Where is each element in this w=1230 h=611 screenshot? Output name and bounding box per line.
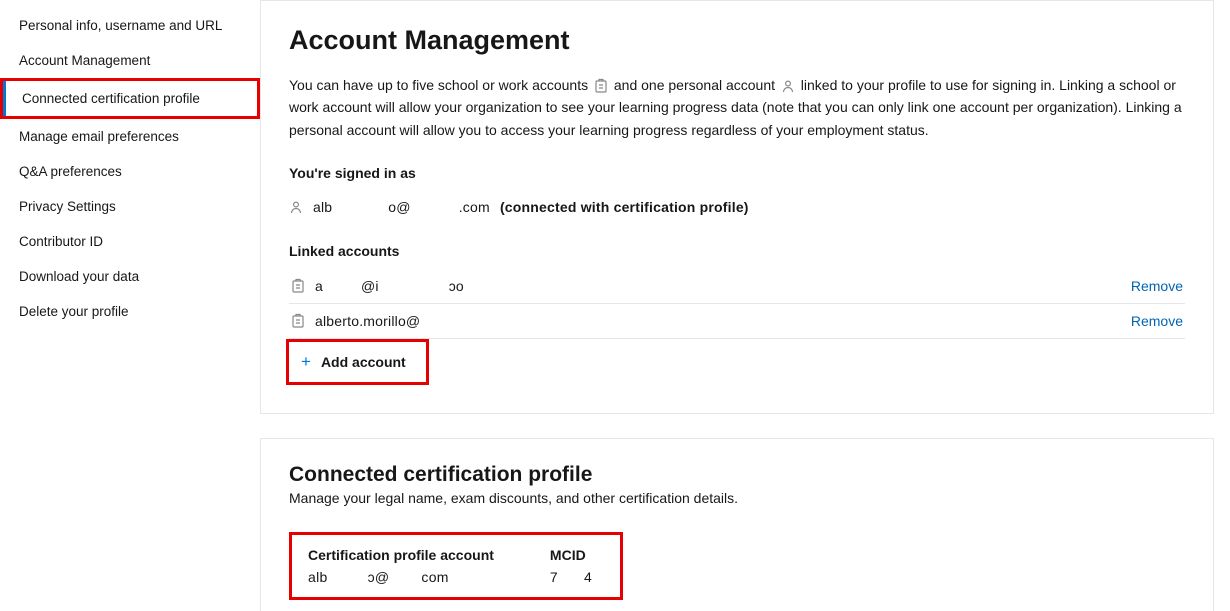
sidebar-item-email-prefs[interactable]: Manage email preferences [0, 119, 260, 154]
signed-in-row: albo@.com (connected with certification … [289, 191, 1185, 223]
plus-icon: + [301, 352, 311, 372]
linked-accounts-label: Linked accounts [289, 243, 1185, 259]
badge-icon [594, 78, 608, 94]
cert-account-col: Certification profile account albɔ@com [308, 547, 494, 585]
account-management-section: Account Management You can have up to fi… [260, 0, 1214, 414]
add-account-highlight: + Add account [286, 339, 429, 385]
section-heading: Connected certification profile [289, 463, 1185, 487]
sidebar-item-personal-info[interactable]: Personal info, username and URL [0, 8, 260, 43]
sidebar-item-delete-profile[interactable]: Delete your profile [0, 294, 260, 329]
person-icon [289, 200, 303, 214]
cert-account-header: Certification profile account [308, 547, 494, 563]
linked-account-row: alberto.morillo@ Remove [289, 304, 1185, 339]
signed-in-note: (connected with certification profile) [500, 199, 749, 215]
sidebar-item-account-management[interactable]: Account Management [0, 43, 260, 78]
sidebar: Personal info, username and URL Account … [0, 0, 260, 611]
linked-account-email: a@iɔo [315, 278, 1131, 294]
add-account-button[interactable]: + Add account [289, 342, 426, 382]
section-heading: Account Management [289, 25, 1185, 56]
sidebar-item-contributor-id[interactable]: Contributor ID [0, 224, 260, 259]
cert-details-highlight: Certification profile account albɔ@com M… [289, 532, 623, 600]
mcid-header: MCID [550, 547, 592, 563]
mcid-col: MCID 74 [550, 547, 592, 585]
badge-icon [291, 278, 305, 294]
section-description: Manage your legal name, exam discounts, … [289, 487, 1185, 509]
sidebar-highlight-box: Connected certification profile [0, 78, 260, 119]
mcid-value: 74 [550, 569, 592, 585]
linked-accounts-list: a@iɔo Remove alberto.morillo@ Remove [289, 269, 1185, 339]
signed-in-label: You're signed in as [289, 165, 1185, 181]
section-description: You can have up to five school or work a… [289, 74, 1185, 141]
remove-link[interactable]: Remove [1131, 278, 1183, 294]
cert-account-value: albɔ@com [308, 569, 494, 585]
linked-account-email: alberto.morillo@ [315, 313, 1131, 329]
person-icon [781, 79, 795, 93]
sidebar-item-privacy[interactable]: Privacy Settings [0, 189, 260, 224]
sidebar-item-download-data[interactable]: Download your data [0, 259, 260, 294]
main-content: Account Management You can have up to fi… [260, 0, 1230, 611]
badge-icon [291, 313, 305, 329]
signed-in-email: albo@.com (connected with certification … [313, 199, 1185, 215]
connected-cert-section: Connected certification profile Manage y… [260, 438, 1214, 611]
sidebar-item-connected-cert[interactable]: Connected certification profile [3, 81, 257, 116]
remove-link[interactable]: Remove [1131, 313, 1183, 329]
linked-account-row: a@iɔo Remove [289, 269, 1185, 304]
sidebar-item-qa-prefs[interactable]: Q&A preferences [0, 154, 260, 189]
